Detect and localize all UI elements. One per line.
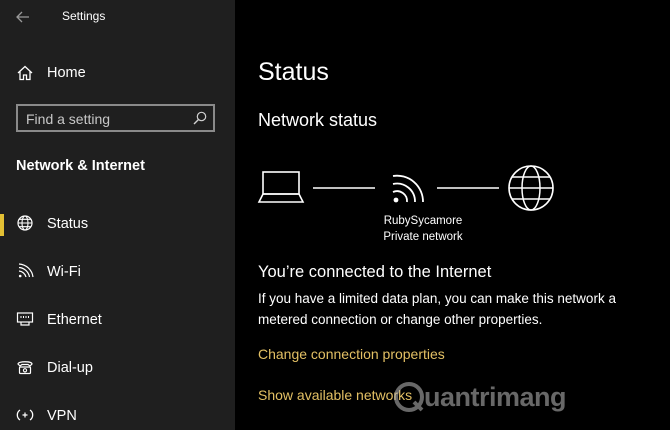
title-bar: Settings bbox=[0, 0, 235, 34]
sidebar-item-status[interactable]: Status bbox=[0, 208, 235, 240]
main-content: Status Network status RubySycamore Priva… bbox=[235, 0, 670, 430]
app-title: Settings bbox=[62, 9, 106, 23]
home-icon bbox=[17, 65, 33, 81]
sidebar-item-dial-up[interactable]: Dial-up bbox=[0, 352, 235, 384]
dial-up-icon bbox=[17, 361, 33, 375]
active-indicator bbox=[0, 214, 4, 236]
globe-icon bbox=[508, 165, 554, 211]
network-name-label: RubySycamore Private network bbox=[357, 213, 489, 245]
search-box bbox=[16, 104, 215, 132]
sidebar-item-label: Wi-Fi bbox=[47, 264, 81, 280]
laptop-icon bbox=[257, 171, 305, 203]
sidebar-nav: Status Wi-Fi Ethernet Dial-up VPN bbox=[0, 208, 235, 430]
sidebar-item-label: Dial-up bbox=[47, 360, 93, 376]
network-diagram: RubySycamore Private network bbox=[255, 160, 565, 250]
search-icon[interactable] bbox=[192, 110, 208, 126]
sidebar-item-vpn[interactable]: VPN bbox=[0, 400, 235, 430]
sidebar-item-home[interactable]: Home bbox=[0, 60, 235, 88]
vpn-icon bbox=[16, 409, 34, 421]
globe-icon bbox=[17, 215, 33, 231]
back-arrow-icon bbox=[16, 11, 29, 23]
network-name: RubySycamore bbox=[383, 215, 463, 227]
wifi-icon bbox=[392, 174, 424, 203]
sidebar: Settings Home Network & Internet bbox=[0, 0, 235, 430]
network-status-heading: Network status bbox=[258, 110, 378, 130]
page-title: Status bbox=[258, 58, 329, 86]
sidebar-item-label: Home bbox=[47, 65, 86, 81]
sidebar-item-label: Ethernet bbox=[47, 312, 102, 328]
wifi-icon bbox=[18, 263, 34, 278]
sidebar-item-wifi[interactable]: Wi-Fi bbox=[0, 256, 235, 288]
back-button[interactable] bbox=[10, 6, 36, 28]
change-connection-properties-link[interactable]: Change connection properties bbox=[258, 346, 445, 362]
sidebar-item-ethernet[interactable]: Ethernet bbox=[0, 304, 235, 336]
network-diagram-graphic bbox=[257, 165, 554, 211]
network-type: Private network bbox=[383, 231, 463, 243]
section-title: Network & Internet bbox=[16, 158, 145, 174]
settings-window: Settings Home Network & Internet bbox=[0, 0, 670, 430]
ethernet-icon bbox=[16, 312, 34, 326]
search-input[interactable] bbox=[26, 110, 186, 128]
sidebar-item-label: VPN bbox=[47, 408, 77, 424]
show-available-networks-link[interactable]: Show available networks bbox=[258, 387, 412, 403]
sidebar-item-label: Status bbox=[47, 216, 89, 232]
connection-description: If you have a limited data plan, you can… bbox=[258, 291, 616, 327]
connection-status-heading: You’re connected to the Internet bbox=[258, 263, 492, 281]
